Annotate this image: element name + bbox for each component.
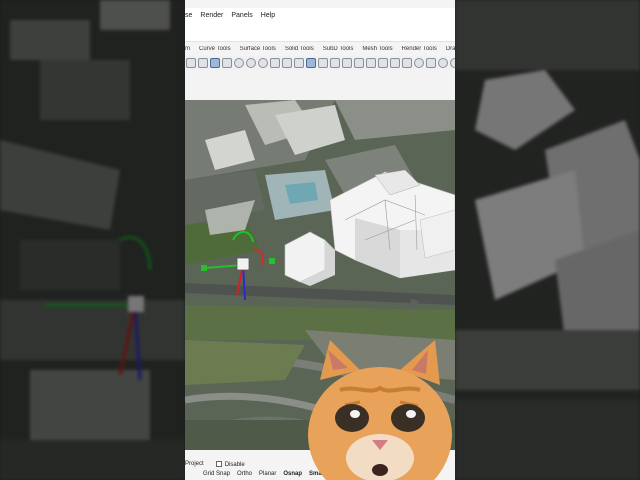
ring-icon[interactable]	[414, 58, 424, 68]
tab-surface-tools[interactable]: Surface Tools	[240, 46, 276, 56]
dim-icon[interactable]	[366, 58, 376, 68]
checkbox-icon	[215, 461, 222, 467]
menu-item-help[interactable]: Help	[261, 12, 275, 19]
tab-drafting[interactable]: Drafting	[446, 46, 455, 56]
tab-mesh-tools[interactable]: Mesh Tools	[362, 46, 392, 56]
tab-solid-tools[interactable]: Solid Tools	[285, 46, 314, 56]
loft-icon[interactable]	[390, 58, 400, 68]
command-line[interactable]	[185, 22, 455, 42]
tab-subd-tools[interactable]: SubD Tools	[323, 46, 354, 56]
properties-icon[interactable]	[318, 58, 328, 68]
curve-icon[interactable]	[378, 58, 388, 68]
panel-gap	[185, 70, 455, 100]
toggle-grid-snap[interactable]: Grid Snap	[203, 471, 230, 477]
tab-render-tools[interactable]: Render Tools	[402, 46, 437, 56]
tab-partial[interactable]: m	[185, 46, 190, 56]
mesh-icon[interactable]	[330, 58, 340, 68]
person-icon[interactable]	[426, 58, 436, 68]
toggle-ortho[interactable]: Ortho	[237, 471, 252, 477]
menu-bar: se Render Panels Help	[185, 8, 455, 22]
toolbar-tabs: m Curve Tools Surface Tools Solid Tools …	[185, 46, 455, 56]
disable-label: Disable	[224, 462, 245, 468]
cat-overlay	[308, 340, 452, 480]
rotate-icon[interactable]	[294, 58, 304, 68]
pan-icon[interactable]	[282, 58, 292, 68]
disable-toggle[interactable]: Disable	[215, 461, 245, 468]
menu-item-edit-partial[interactable]: se	[185, 12, 192, 19]
open-icon[interactable]	[198, 58, 208, 68]
target-icon[interactable]	[450, 58, 455, 68]
tool-icons-row	[185, 56, 455, 70]
save-icon[interactable]	[210, 58, 220, 68]
light-icon[interactable]	[342, 58, 352, 68]
print-icon[interactable]	[222, 58, 232, 68]
blurred-backdrop-left	[0, 0, 185, 480]
toggle-planar[interactable]: Planar	[259, 471, 276, 477]
tab-curve-tools[interactable]: Curve Tools	[199, 46, 231, 56]
snap-icon[interactable]	[258, 58, 268, 68]
blurred-backdrop-right	[455, 0, 640, 480]
project-label: Project	[185, 461, 204, 467]
twist-icon[interactable]	[402, 58, 412, 68]
menu-item-render[interactable]: Render	[200, 12, 223, 19]
settings-icon[interactable]	[234, 58, 244, 68]
zoom-icon[interactable]	[246, 58, 256, 68]
select-icon[interactable]	[186, 58, 196, 68]
menu-item-panels[interactable]: Panels	[231, 12, 252, 19]
gumball-icon[interactable]	[270, 58, 280, 68]
sun-icon[interactable]	[438, 58, 448, 68]
render-icon[interactable]	[354, 58, 364, 68]
layer-icon[interactable]	[306, 58, 316, 68]
video-frame: se Render Panels Help m Curve Tools Surf…	[0, 0, 640, 480]
